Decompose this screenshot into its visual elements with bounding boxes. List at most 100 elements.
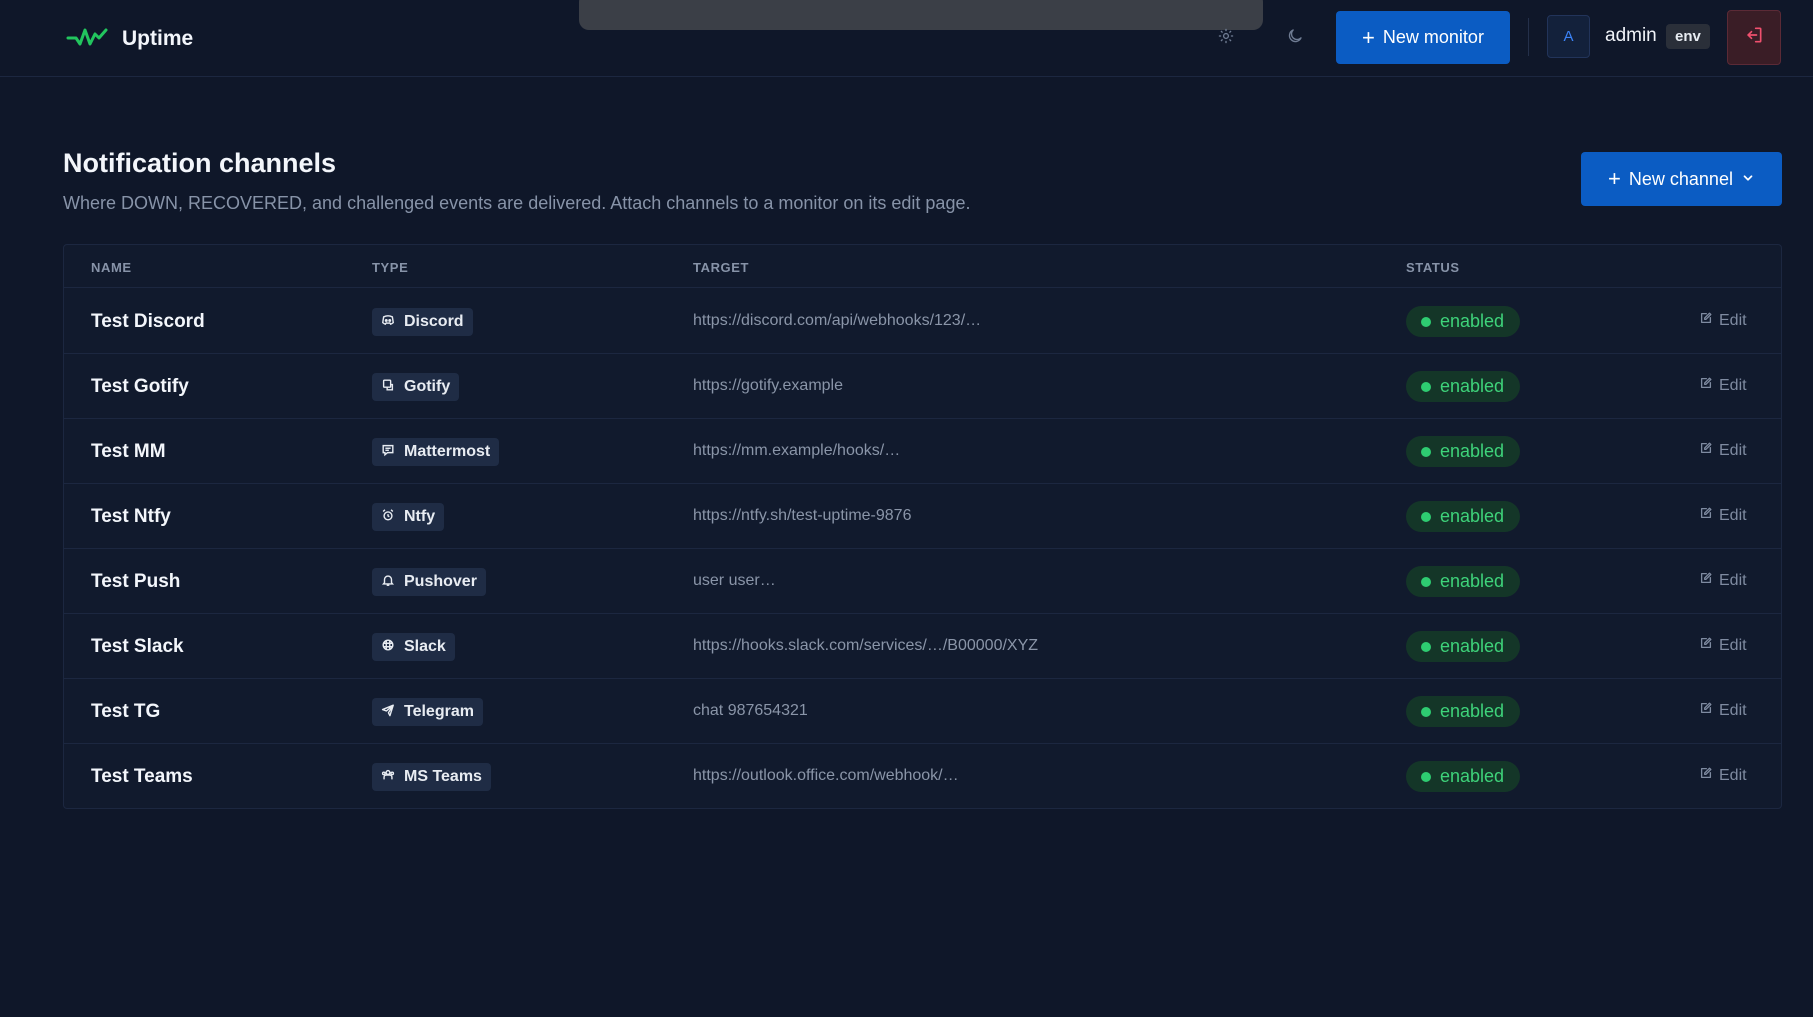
channel-type-badge: Pushover xyxy=(372,568,486,596)
column-header-type: TYPE xyxy=(372,260,409,275)
status-badge: enabled xyxy=(1406,371,1521,402)
channel-target: https://ntfy.sh/test-uptime-9876 xyxy=(693,507,912,524)
channel-name: Test TG xyxy=(91,701,161,722)
edit-link[interactable]: Edit xyxy=(1699,376,1747,395)
column-header-target: TARGET xyxy=(693,260,750,275)
status-label: enabled xyxy=(1440,376,1505,396)
table-row[interactable]: Test Slack Slack https://hooks.slack.com/s… xyxy=(64,614,1781,679)
edit-link[interactable]: Edit xyxy=(1699,701,1747,720)
table-row[interactable]: Test MM Mattermost https://mm.example/hook… xyxy=(64,419,1781,484)
channel-target: user user… xyxy=(693,572,776,589)
theme-toggle-button[interactable] xyxy=(1279,22,1311,54)
status-badge: enabled xyxy=(1406,761,1521,792)
edit-label: Edit xyxy=(1719,441,1747,459)
logo-pulse-icon xyxy=(66,22,108,55)
channel-type-badge: Slack xyxy=(372,633,455,661)
gear-icon xyxy=(1217,27,1235,50)
table-row[interactable]: Test Gotify Gotify https://gotify.example e… xyxy=(64,354,1781,419)
edit-label: Edit xyxy=(1719,376,1747,394)
settings-button[interactable] xyxy=(1210,22,1242,54)
edit-link[interactable]: Edit xyxy=(1699,506,1747,525)
status-badge: enabled xyxy=(1406,696,1521,727)
username: admin xyxy=(1605,25,1657,46)
channel-type-label: Mattermost xyxy=(404,443,491,460)
table-row[interactable]: Test Ntfy Ntfy https://ntfy.sh/test-uptime… xyxy=(64,484,1781,549)
table-row[interactable]: Test Discord Discord https://discord.com/a… xyxy=(64,289,1781,354)
status-label: enabled xyxy=(1440,506,1505,526)
mattermost-icon xyxy=(381,443,395,462)
edit-link[interactable]: Edit xyxy=(1699,441,1747,460)
teams-icon xyxy=(381,768,395,787)
gotify-icon xyxy=(381,378,395,397)
status-dot xyxy=(1421,576,1431,587)
edit-icon xyxy=(1699,311,1713,330)
status-label: enabled xyxy=(1440,441,1505,461)
channel-name: Test Ntfy xyxy=(91,506,171,527)
channel-name: Test MM xyxy=(91,441,166,462)
edit-link[interactable]: Edit xyxy=(1699,636,1747,655)
edit-label: Edit xyxy=(1719,766,1747,784)
channel-type-label: Telegram xyxy=(404,703,474,720)
table-row[interactable]: Test TG Telegram chat 987654321 enabled Edit xyxy=(64,679,1781,744)
telegram-icon xyxy=(381,703,395,722)
plus-icon: + xyxy=(1608,166,1621,191)
channels-table: NAME TYPE TARGET STATUS Test Discord Disc… xyxy=(63,244,1782,809)
edit-label: Edit xyxy=(1719,571,1747,589)
channel-type-label: Gotify xyxy=(404,378,451,395)
channel-target: https://outlook.office.com/webhook/… xyxy=(693,767,959,784)
status-badge: enabled xyxy=(1406,631,1521,662)
channel-target: chat 987654321 xyxy=(693,702,808,719)
channel-type-badge: Ntfy xyxy=(372,503,445,531)
page-title: Notification channels xyxy=(63,148,337,178)
new-monitor-label: New monitor xyxy=(1382,27,1484,47)
table-row[interactable]: Test Push Pushover user user… enabled Edit xyxy=(64,549,1781,614)
plus-icon: + xyxy=(1362,24,1375,50)
logout-icon xyxy=(1744,25,1764,50)
discord-icon xyxy=(381,313,395,332)
edit-label: Edit xyxy=(1719,311,1747,329)
header-divider xyxy=(1528,18,1529,56)
channel-type-badge: Discord xyxy=(372,308,473,336)
pushover-icon xyxy=(381,573,395,592)
status-label: enabled xyxy=(1440,701,1505,721)
channel-type-label: Ntfy xyxy=(404,508,436,525)
slack-icon xyxy=(381,638,395,657)
logout-button[interactable] xyxy=(1727,10,1781,65)
brand[interactable]: Uptime xyxy=(66,22,193,55)
edit-label: Edit xyxy=(1719,701,1747,719)
top-bar: Uptime + New monitor A admin env xyxy=(0,0,1813,77)
edit-link[interactable]: Edit xyxy=(1699,571,1747,590)
channel-name: Test Push xyxy=(91,571,181,592)
channel-type-badge: MS Teams xyxy=(372,763,491,791)
channel-target: https://discord.com/api/webhooks/123/… xyxy=(693,312,982,329)
avatar[interactable]: A xyxy=(1547,15,1590,58)
edit-icon xyxy=(1699,766,1713,785)
channel-name: Test Gotify xyxy=(91,376,189,397)
status-dot xyxy=(1421,511,1431,522)
new-monitor-button[interactable]: + New monitor xyxy=(1336,11,1510,64)
new-channel-label: New channel xyxy=(1628,168,1733,189)
channel-type-badge: Mattermost xyxy=(372,438,500,466)
edit-label: Edit xyxy=(1719,506,1747,524)
channel-name: Test Discord xyxy=(91,311,205,332)
table-row[interactable]: Test Teams MS Teams https://outlook.office… xyxy=(64,744,1781,809)
edit-icon xyxy=(1699,376,1713,395)
status-label: enabled xyxy=(1440,636,1505,656)
moon-icon xyxy=(1286,27,1304,50)
channel-type-label: Discord xyxy=(404,313,464,330)
new-channel-button[interactable]: + New channel xyxy=(1581,152,1782,206)
edit-icon xyxy=(1699,636,1713,655)
edit-link[interactable]: Edit xyxy=(1699,766,1747,785)
status-badge: enabled xyxy=(1406,306,1521,337)
status-label: enabled xyxy=(1440,311,1505,331)
channel-target: https://hooks.slack.com/services/…/B0000… xyxy=(693,637,1039,654)
channel-type-label: Slack xyxy=(404,638,446,655)
edit-link[interactable]: Edit xyxy=(1699,311,1747,330)
edit-icon xyxy=(1699,701,1713,720)
status-badge: enabled xyxy=(1406,501,1521,532)
edit-icon xyxy=(1699,441,1713,460)
edit-icon xyxy=(1699,571,1713,590)
status-badge: enabled xyxy=(1406,566,1521,597)
app-name: Uptime xyxy=(122,26,194,50)
channel-type-badge: Telegram xyxy=(372,698,483,726)
